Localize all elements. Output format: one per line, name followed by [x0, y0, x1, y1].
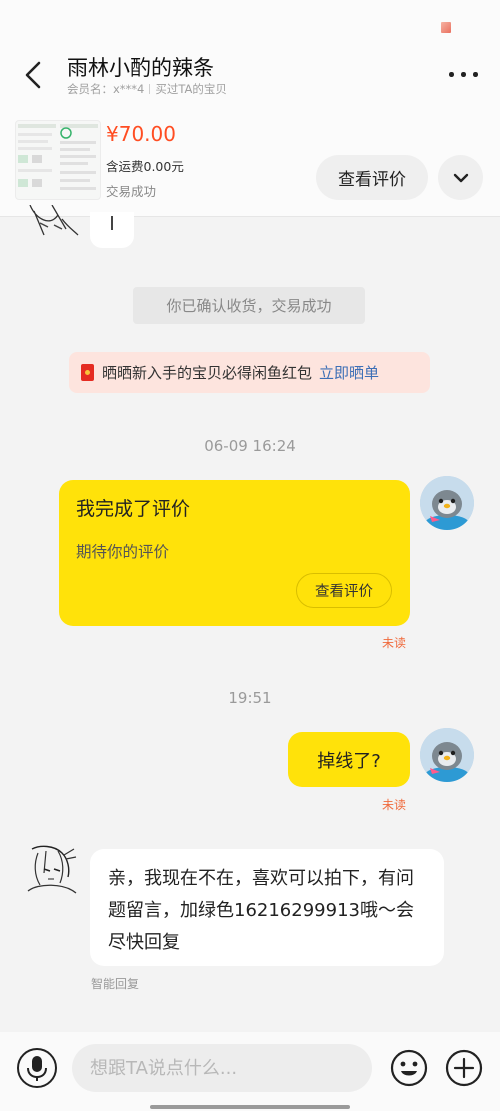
input-bar [0, 1032, 500, 1111]
unread-label: 未读 [382, 798, 407, 812]
promo-text: 晒晒新入手的宝贝必得闲鱼红包 [102, 364, 313, 382]
review-card-button[interactable]: 查看评价 [296, 573, 392, 608]
review-card-message[interactable]: 我完成了评价 期待你的评价 查看评价 [59, 480, 410, 626]
message-bubble-partial [90, 212, 134, 248]
seal-avatar-image [420, 476, 474, 530]
red-packet-icon [81, 364, 94, 381]
promo-link[interactable]: 立即晒单 [319, 362, 379, 383]
my-avatar[interactable] [420, 728, 474, 782]
home-indicator[interactable] [150, 1105, 350, 1109]
more-button[interactable] [446, 62, 480, 86]
chevron-left-icon [25, 61, 41, 89]
product-thumbnail[interactable] [15, 120, 101, 200]
timestamp: 19:51 [228, 689, 272, 707]
seal-avatar-image [420, 728, 474, 782]
review-card-title: 我完成了评价 [76, 498, 191, 520]
seller-avatar[interactable] [24, 205, 80, 243]
seller-avatar[interactable] [24, 843, 80, 899]
microphone-icon [27, 1056, 47, 1081]
bought-label[interactable]: 买过TA的宝贝 [155, 82, 227, 96]
back-button[interactable] [20, 58, 50, 92]
product-screenshot-image [18, 124, 98, 190]
notification-icon [441, 22, 451, 33]
expand-button[interactable] [438, 155, 483, 200]
my-avatar[interactable] [420, 476, 474, 530]
shipping-fee: 含运费0.00元 [106, 159, 184, 174]
promo-banner[interactable]: 晒晒新入手的宝贝必得闲鱼红包 立即晒单 [69, 352, 430, 393]
system-confirm-note: 你已确认收货，交易成功 [133, 287, 365, 324]
member-name: 会员名：x***4 [67, 82, 145, 96]
chat-header: 雨林小酌的辣条 会员名：x***4 买过TA的宝贝 ¥70.00 含运费0.00… [0, 0, 500, 217]
auto-reply-label: 智能回复 [91, 977, 140, 991]
seller-avatar-image [29, 205, 79, 236]
seller-text-message[interactable]: 亲，我现在不在，喜欢可以拍下，有问题留言，加绿色16216299913哦～会尽快… [90, 849, 444, 966]
conversation-title: 雨林小酌的辣条 [67, 56, 214, 80]
emoji-icon [390, 1049, 428, 1087]
plus-button[interactable] [444, 1048, 484, 1088]
my-text-message[interactable]: 掉线了? [288, 732, 410, 787]
voice-button[interactable] [17, 1048, 57, 1088]
chevron-down-icon [453, 173, 468, 182]
emoji-button[interactable] [389, 1048, 429, 1088]
timestamp: 06-09 16:24 [204, 437, 296, 455]
trade-status: 交易成功 [106, 184, 157, 199]
view-review-button[interactable]: 查看评价 [316, 155, 428, 200]
seller-avatar-image [24, 843, 80, 899]
plus-icon [445, 1049, 483, 1087]
conversation-subtitle: 会员名：x***4 买过TA的宝贝 [67, 81, 227, 97]
unread-label: 未读 [382, 636, 407, 650]
product-price: ¥70.00 [106, 122, 176, 146]
review-card-desc: 期待你的评价 [76, 543, 170, 561]
message-input[interactable] [72, 1044, 372, 1092]
